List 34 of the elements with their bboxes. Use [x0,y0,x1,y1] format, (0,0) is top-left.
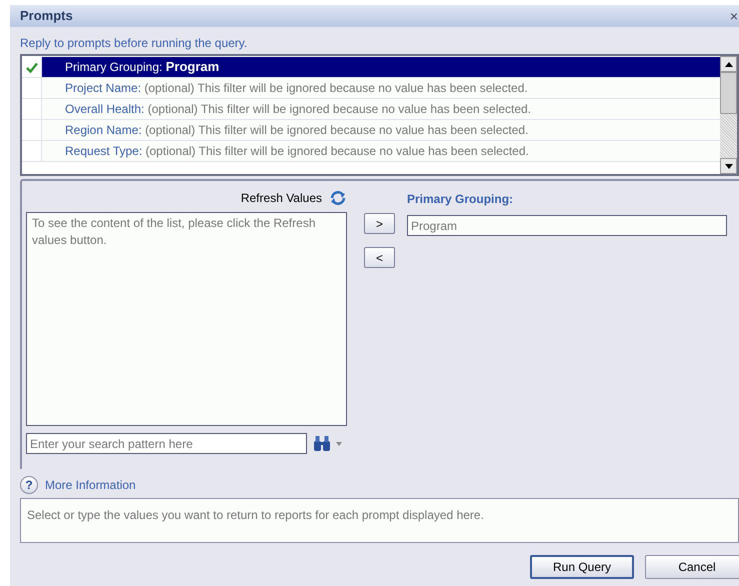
scroll-down-icon[interactable] [724,164,732,168]
prompt-item[interactable]: Project Name: (optional) This filter will be ignored because no value has been selected. [42,78,720,98]
prompt-item[interactable]: Request Type: (optional) This filter will be ignored because no value has been selected. [42,141,720,161]
selection-label: Primary Grouping: [407,191,514,208]
dialog-button[interactable]: Run Query [530,555,634,579]
binoculars-icon [313,436,331,451]
list-message: To see the content of the list, please click the Refresh values button. [32,215,316,249]
prompt-item[interactable]: Primary Grouping: Program [42,57,720,77]
window-title: Prompts [20,7,73,26]
refresh-button[interactable] [328,189,348,207]
selected-value-field[interactable]: Program [407,215,727,236]
prompt-text: Project Name: (optional) This filter will be ignored because no value has been selected. [65,80,528,97]
help-icon[interactable]: ? [20,476,38,494]
prompt-text: Request Type: (optional) This filter will be ignored because no value has been selected. [65,143,529,160]
find-button[interactable] [313,436,342,451]
dialog-button[interactable]: Cancel [645,555,739,579]
values-list[interactable]: To see the content of the list, please click the Refresh values button. [26,212,347,426]
instruction-text: Reply to prompts before running the query. [19,35,248,52]
prompt-text: Primary Grouping: Program [65,58,220,76]
caret-icon [336,442,342,446]
scroll-up-icon[interactable] [724,62,732,66]
prompt-item[interactable]: Region Name: (optional) This filter will be ignored because no value has been selected. [42,120,720,140]
description-text: Select or type the values you want to return to reports for each prompt displayed here. [27,507,485,524]
prompt-text: Overall Health: (optional) This filter will be ignored because no value has been selected. [65,101,532,118]
scrollbar[interactable] [720,56,737,174]
refresh-icon [329,190,347,206]
close-button[interactable]: × [730,9,739,23]
prompt-item[interactable]: Overall Health: (optional) This filter will be ignored because no value has been selected. [42,99,720,119]
move-button[interactable]: > [364,213,395,234]
prompt-text: Region Name: (optional) This filter will be ignored because no value has been selected. [65,122,528,139]
search-field[interactable]: Enter your search pattern here [26,433,307,454]
move-button[interactable]: < [364,247,395,268]
refresh-label: Refresh Values [240,190,322,207]
more-information-link[interactable]: More Information [45,476,136,494]
